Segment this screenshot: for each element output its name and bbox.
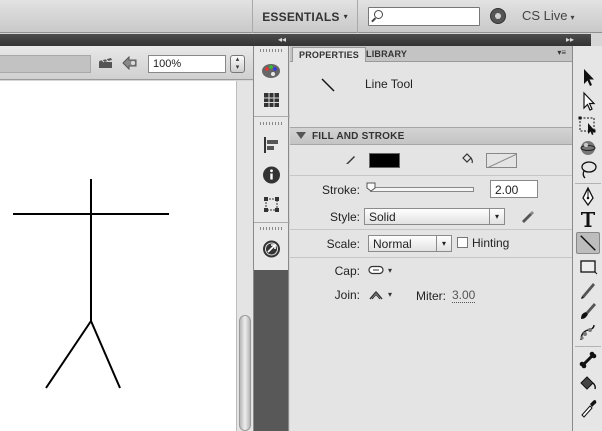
workspace-switcher[interactable]: ESSENTIALS ▾ <box>252 0 358 33</box>
line-tool-icon[interactable] <box>576 232 600 254</box>
fill-bucket-icon <box>462 153 473 164</box>
help-search-input[interactable] <box>368 7 480 26</box>
chevron-down-icon: ▾ <box>489 209 504 224</box>
scrollbar-thumb[interactable] <box>239 315 251 431</box>
cap-dropdown-arrow[interactable]: ▾ <box>388 266 392 275</box>
chevron-down-icon: ▾ <box>343 12 348 21</box>
current-tool-name: Line Tool <box>365 77 413 91</box>
zoom-dropdown-button[interactable]: ▴ ▾ <box>230 55 245 73</box>
stroke-label: Stroke: <box>321 183 360 197</box>
edit-symbols-icon[interactable] <box>122 56 139 70</box>
miter-label: Miter: <box>416 289 446 303</box>
panel-header-strip <box>253 34 591 46</box>
selection-tool-icon[interactable] <box>576 66 600 88</box>
round-join-icon[interactable] <box>368 289 384 301</box>
dock-grip[interactable] <box>260 122 283 125</box>
bone-tool-icon[interactable] <box>576 349 600 371</box>
color-palette-icon[interactable] <box>260 60 283 82</box>
stroke-width-input[interactable]: 2.00 <box>490 180 538 198</box>
panel-tab-bar: PROPERTIES LIBRARY ▾≡ <box>290 46 572 62</box>
stage-canvas[interactable] <box>0 81 236 431</box>
fill-color-swatch[interactable] <box>486 153 517 168</box>
transform-icon[interactable] <box>260 194 283 216</box>
search-icon <box>374 10 383 19</box>
subselection-tool-icon[interactable] <box>576 90 600 112</box>
figure-right-leg-line <box>90 320 121 389</box>
tool-separator <box>575 346 601 347</box>
properties-panel: PROPERTIES LIBRARY ▾≡ Line Tool FILL AND… <box>290 46 572 431</box>
dock-separator <box>254 116 290 117</box>
collapse-dock-icon[interactable]: ◂◂ <box>278 34 286 45</box>
free-transform-tool-icon[interactable] <box>576 114 600 136</box>
scale-label: Scale: <box>326 237 360 251</box>
tab-library[interactable]: LIBRARY <box>360 47 413 62</box>
style-dropdown[interactable]: Solid ▾ <box>364 208 505 225</box>
dock-grip[interactable] <box>260 49 283 52</box>
stick-figure-drawing <box>13 179 169 389</box>
edit-bar: 100% ▴ ▾ <box>0 46 253 80</box>
zoom-input[interactable]: 100% <box>148 55 226 73</box>
stroke-pencil-icon <box>346 156 355 164</box>
lasso-tool-icon[interactable] <box>576 159 600 181</box>
3d-rotation-tool-icon[interactable] <box>576 137 600 159</box>
row-divider <box>290 257 572 258</box>
info-icon[interactable] <box>260 164 283 186</box>
scale-value: Normal <box>373 237 412 251</box>
dock-empty-area <box>253 270 289 431</box>
deco-tool-icon[interactable] <box>576 322 600 344</box>
workspace-label: ESSENTIALS <box>262 9 340 24</box>
eyedropper-tool-icon[interactable] <box>576 396 600 418</box>
fill-and-stroke-section-header[interactable]: FILL AND STROKE <box>290 127 572 145</box>
cap-label: Cap: <box>334 264 360 278</box>
panel-menu-icon[interactable]: ▾≡ <box>557 48 566 57</box>
edit-scene-icon[interactable] <box>98 57 113 69</box>
line-tool-icon <box>321 78 335 92</box>
brush-tool-icon[interactable] <box>576 300 600 322</box>
figure-left-leg-line <box>45 320 92 389</box>
pen-tool-icon[interactable] <box>576 186 600 208</box>
cs-live-label: CS Live <box>522 8 568 23</box>
align-icon[interactable] <box>260 134 283 156</box>
round-cap-icon[interactable] <box>368 265 384 275</box>
rectangle-tool-icon[interactable] <box>576 256 600 278</box>
cs-live-menu[interactable]: CS Live ▾ <box>522 8 575 23</box>
scene-breadcrumb <box>0 55 91 73</box>
hinting-checkbox[interactable] <box>457 237 468 248</box>
tool-separator <box>575 183 601 184</box>
section-title: FILL AND STROKE <box>312 131 405 142</box>
text-tool-icon[interactable] <box>576 208 600 230</box>
stroke-slider-thumb[interactable] <box>366 182 376 192</box>
style-value: Solid <box>369 210 396 224</box>
row-divider <box>290 229 572 230</box>
hinting-label: Hinting <box>472 236 510 250</box>
motion-presets-icon[interactable] <box>260 238 283 260</box>
dock-separator <box>254 222 290 223</box>
paint-bucket-tool-icon[interactable] <box>576 372 600 394</box>
stroke-color-swatch[interactable] <box>369 153 400 168</box>
tab-properties[interactable]: PROPERTIES <box>292 47 367 62</box>
cs-live-status-icon[interactable] <box>490 8 506 24</box>
miter-value[interactable]: 3.00 <box>452 289 476 303</box>
tools-panel <box>572 46 602 431</box>
scale-dropdown[interactable]: Normal ▾ <box>368 235 452 252</box>
chevron-down-icon: ▾ <box>436 236 451 251</box>
edit-stroke-style-icon[interactable] <box>519 208 535 224</box>
style-label: Style: <box>329 210 360 224</box>
dock-grip[interactable] <box>260 227 283 230</box>
collapse-tools-icon[interactable]: ▸▸ <box>566 34 574 45</box>
application-bar: ESSENTIALS ▾ CS Live ▾ <box>0 0 602 33</box>
stage-header-strip <box>0 34 253 46</box>
pencil-tool-icon[interactable] <box>576 278 600 300</box>
current-tool-header: Line Tool <box>290 63 572 127</box>
chevron-down-icon: ▾ <box>570 13 575 22</box>
disclosure-triangle-icon[interactable] <box>296 132 306 139</box>
join-dropdown-arrow[interactable]: ▾ <box>388 290 392 299</box>
stroke-slider-track[interactable] <box>370 187 474 192</box>
swatches-icon[interactable] <box>260 89 283 111</box>
join-label: Join: <box>334 288 360 302</box>
row-divider <box>290 175 572 176</box>
stage-vertical-scrollbar[interactable] <box>236 81 253 431</box>
